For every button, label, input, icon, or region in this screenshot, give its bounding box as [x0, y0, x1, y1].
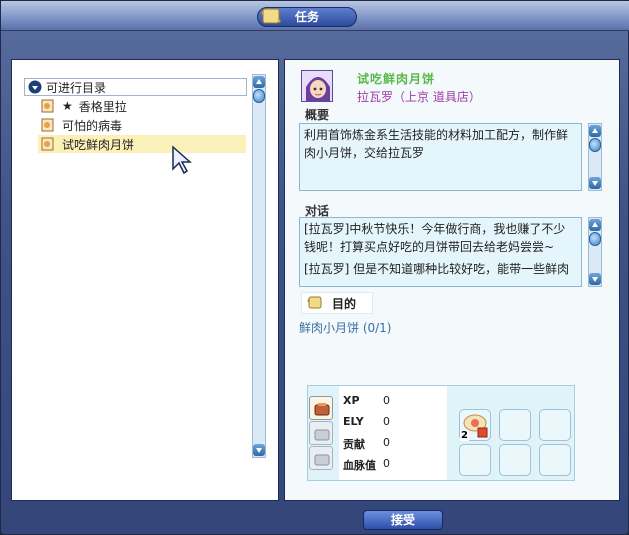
- grey-bag-icon: [314, 429, 330, 441]
- item-count: 2: [460, 430, 469, 441]
- scroll-down-icon[interactable]: [589, 273, 601, 285]
- title-bar: 任务: [1, 1, 629, 31]
- dialog-scrollbar[interactable]: [588, 217, 602, 287]
- reward-slot-6[interactable]: [539, 444, 571, 476]
- stat-xp: XP 0: [343, 394, 390, 407]
- overview-text: 利用首饰炼金系生活技能的材料加工配方，制作鲜肉小月饼，交给拉瓦罗: [299, 123, 582, 191]
- quest-category-label: 可进行目录: [46, 80, 107, 95]
- quest-detail-panel: 试吃鲜肉月饼 拉瓦罗（上京 道具店） 概要 利用首饰炼金系生活技能的材料加工配方…: [284, 59, 620, 501]
- stat-bloodline: 血脉值 0: [343, 457, 390, 472]
- goal-header: 目的: [301, 292, 373, 314]
- scroll-thumb[interactable]: [589, 138, 601, 152]
- reward-slot-2[interactable]: [499, 409, 531, 441]
- quest-item-1[interactable]: ★ 香格里拉: [38, 97, 246, 115]
- goal-scroll-icon: [307, 296, 322, 309]
- quest-label: 可怕的病毒: [62, 118, 123, 133]
- scroll-icon: [261, 8, 281, 24]
- quest-star: ★: [62, 99, 73, 113]
- mouse-cursor-icon: [172, 145, 192, 175]
- quest-label: 香格里拉: [78, 99, 127, 114]
- quest-scroll-icon: [41, 99, 54, 113]
- scroll-thumb[interactable]: [589, 232, 601, 246]
- overview-scrollbar[interactable]: [588, 123, 602, 191]
- stat-contribution: 贡献 0: [343, 436, 390, 451]
- overview-label: 概要: [305, 108, 330, 122]
- scroll-up-icon[interactable]: [589, 125, 601, 137]
- accept-button[interactable]: 接受: [363, 510, 443, 530]
- scroll-down-icon[interactable]: [253, 444, 265, 456]
- reward-slot-1[interactable]: 2: [459, 409, 491, 441]
- quest-category-root[interactable]: 可进行目录: [24, 78, 247, 96]
- quest-list-scrollbar[interactable]: [252, 74, 266, 458]
- treasure-bag-icon: [314, 403, 330, 416]
- stat-ely: ELY 0: [343, 415, 390, 428]
- reward-slot-3[interactable]: [539, 409, 571, 441]
- reward-slot-4[interactable]: [459, 444, 491, 476]
- scroll-up-icon[interactable]: [253, 76, 265, 88]
- quest-scroll-icon: [41, 118, 54, 132]
- quest-scroll-icon: [41, 137, 54, 151]
- reward-stats: XP 0 ELY 0 贡献 0 血脉值 0: [339, 386, 447, 480]
- grey-bag-icon: [314, 454, 330, 466]
- goal-item: 鲜肉小月饼 (0/1): [299, 321, 392, 335]
- reward-tab-3[interactable]: [309, 446, 333, 470]
- quest-item-2[interactable]: 可怕的病毒: [38, 116, 246, 134]
- dialog-line-1: [拉瓦罗]中秋节快乐！今年做行商，我也赚了不少钱呢！打算买点好吃的月饼带回去给老…: [304, 222, 566, 254]
- quest-list-panel: 可进行目录 ★ 香格里拉 可怕的病毒 试吃鲜肉月饼: [11, 59, 279, 501]
- collapse-icon[interactable]: [28, 80, 42, 94]
- npc-avatar-icon: [302, 71, 332, 101]
- scroll-up-icon[interactable]: [589, 219, 601, 231]
- npc-portrait: [301, 70, 333, 102]
- quest-item-3[interactable]: 试吃鲜肉月饼: [38, 135, 246, 153]
- reward-tab-bag[interactable]: [309, 396, 333, 420]
- quest-title: 试吃鲜肉月饼: [357, 72, 436, 86]
- reward-slot-5[interactable]: [499, 444, 531, 476]
- quest-window: 任务 可进行目录 ★ 香格里拉 可怕的病毒 试吃鲜肉月饼 试吃鲜肉月饼 拉瓦罗（…: [0, 0, 629, 535]
- goal-label: 目的: [332, 296, 357, 311]
- dialog-text: [拉瓦罗]中秋节快乐！今年做行商，我也赚了不少钱呢！打算买点好吃的月饼带回去给老…: [299, 217, 582, 287]
- reward-tab-2[interactable]: [309, 421, 333, 445]
- scroll-down-icon[interactable]: [589, 177, 601, 189]
- quest-label: 试吃鲜肉月饼: [62, 137, 135, 152]
- scroll-thumb[interactable]: [253, 89, 265, 103]
- quest-npc: 拉瓦罗（上京 道具店）: [357, 90, 481, 104]
- dialog-line-2: [拉瓦罗] 但是不知道哪种比较好吃，能带一些鲜肉: [304, 262, 570, 276]
